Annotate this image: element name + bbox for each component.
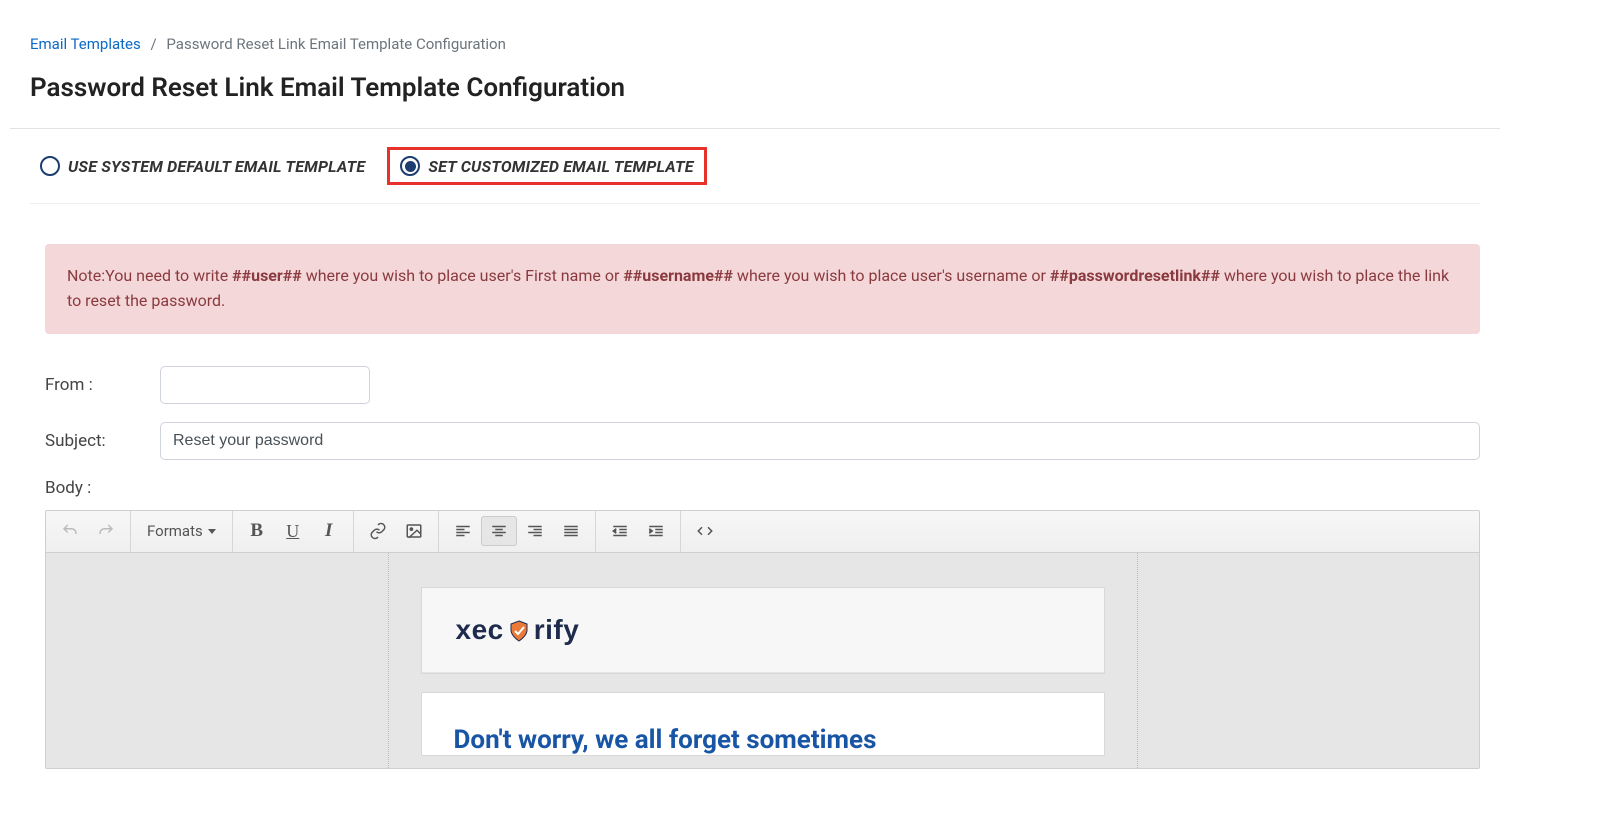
editor-toolbar: Formats B U I	[46, 511, 1479, 553]
redo-button[interactable]	[88, 516, 124, 546]
breadcrumb: Email Templates / Password Reset Link Em…	[30, 35, 1480, 53]
note-seg2: where you wish to place user's First nam…	[302, 266, 624, 285]
code-icon	[696, 522, 714, 540]
rich-text-editor: Formats B U I	[45, 510, 1480, 769]
label-subject: Subject:	[45, 431, 160, 451]
align-left-icon	[454, 522, 472, 540]
note-token-resetlink: ##passwordresetlink##	[1050, 266, 1220, 285]
indent-button[interactable]	[638, 516, 674, 546]
template-options-row: USE SYSTEM DEFAULT EMAIL TEMPLATE SET CU…	[30, 129, 1480, 204]
undo-button[interactable]	[52, 516, 88, 546]
note-token-user: ##user##	[232, 266, 302, 285]
align-left-button[interactable]	[445, 516, 481, 546]
link-button[interactable]	[360, 516, 396, 546]
note-box: Note:You need to write ##user## where yo…	[45, 244, 1480, 334]
note-prefix: Note:	[67, 266, 105, 285]
indent-icon	[647, 522, 665, 540]
image-icon	[405, 522, 423, 540]
redo-icon	[97, 522, 115, 540]
breadcrumb-separator: /	[150, 35, 156, 53]
logo-text-right: rify	[534, 614, 580, 646]
shield-icon	[507, 618, 531, 642]
align-center-icon	[490, 522, 508, 540]
note-seg3: where you wish to place user's username …	[733, 266, 1050, 285]
page-title: Password Reset Link Email Template Confi…	[30, 73, 1480, 103]
input-subject[interactable]	[160, 422, 1480, 460]
source-code-button[interactable]	[687, 516, 723, 546]
breadcrumb-link-email-templates[interactable]: Email Templates	[30, 35, 141, 53]
email-preview-canvas: xec rify Don't worry, we all forget some…	[388, 553, 1138, 768]
formats-label: Formats	[147, 522, 203, 540]
label-from: From :	[45, 375, 160, 395]
align-right-button[interactable]	[517, 516, 553, 546]
radio-label-custom: SET CUSTOMIZED EMAIL TEMPLATE	[428, 157, 693, 176]
italic-button[interactable]: I	[311, 516, 347, 546]
radio-icon-selected	[400, 156, 420, 176]
email-header-bar: xec rify	[422, 588, 1104, 673]
outdent-icon	[611, 522, 629, 540]
logo-text-left: xec	[456, 614, 504, 646]
link-icon	[369, 522, 387, 540]
align-center-button[interactable]	[481, 516, 517, 546]
logo: xec rify	[456, 614, 580, 646]
bold-button[interactable]: B	[239, 516, 275, 546]
radio-option-default-template[interactable]: USE SYSTEM DEFAULT EMAIL TEMPLATE	[40, 156, 365, 176]
note-token-username: ##username##	[623, 266, 733, 285]
undo-icon	[61, 522, 79, 540]
form-row-subject: Subject:	[45, 422, 1480, 460]
image-button[interactable]	[396, 516, 432, 546]
form-row-from: From :	[45, 366, 1480, 404]
note-seg1: You need to write	[105, 266, 232, 285]
outdent-button[interactable]	[602, 516, 638, 546]
breadcrumb-current: Password Reset Link Email Template Confi…	[166, 35, 506, 53]
underline-button[interactable]: U	[275, 516, 311, 546]
label-body: Body :	[45, 478, 1480, 498]
align-justify-icon	[562, 522, 580, 540]
email-body-heading: Don't worry, we all forget sometimes	[454, 725, 1072, 755]
align-right-icon	[526, 522, 544, 540]
radio-label-default: USE SYSTEM DEFAULT EMAIL TEMPLATE	[68, 157, 365, 176]
email-card-header: xec rify	[421, 587, 1105, 674]
radio-option-custom-template[interactable]: SET CUSTOMIZED EMAIL TEMPLATE	[387, 147, 706, 185]
align-justify-button[interactable]	[553, 516, 589, 546]
radio-icon	[40, 156, 60, 176]
chevron-down-icon	[208, 529, 216, 534]
email-card-content: Don't worry, we all forget sometimes	[421, 692, 1105, 756]
input-from[interactable]	[160, 366, 370, 404]
editor-body[interactable]: xec rify Don't worry, we all forget some…	[46, 553, 1479, 768]
formats-dropdown[interactable]: Formats	[137, 516, 226, 546]
